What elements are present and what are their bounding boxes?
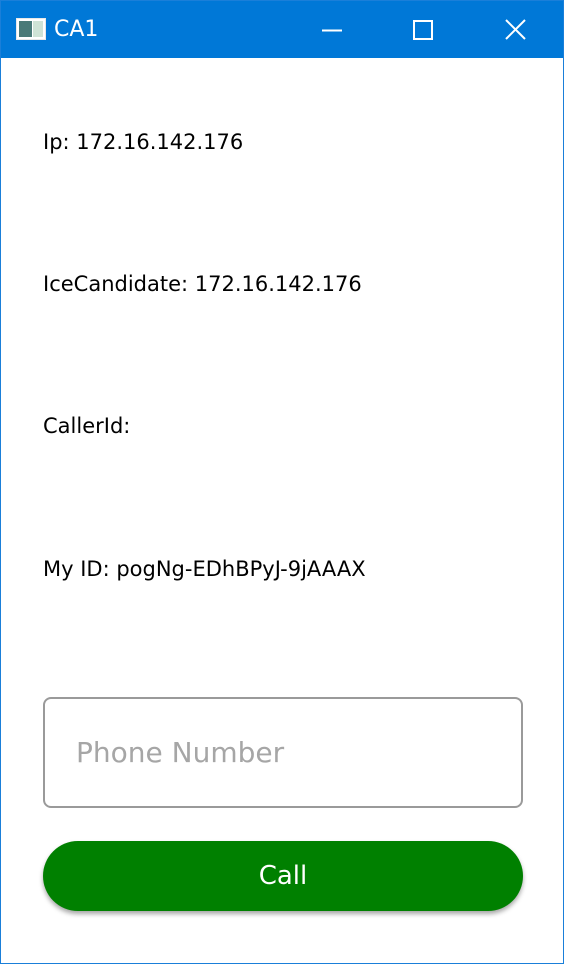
app-icon-panel-secondary bbox=[33, 21, 43, 37]
call-button[interactable]: Call bbox=[43, 841, 523, 911]
caller-id-label: CallerId: bbox=[43, 414, 131, 438]
title-bar[interactable]: CA1 bbox=[1, 1, 563, 58]
minimize-button[interactable] bbox=[285, 1, 377, 58]
app-window: CA1 Ip: 172.16.142.176 IceCandidate: 172… bbox=[0, 0, 564, 964]
phone-number-input[interactable] bbox=[43, 697, 523, 808]
minimize-icon bbox=[322, 29, 342, 32]
maximize-icon bbox=[413, 20, 433, 40]
app-icon-panel bbox=[19, 21, 32, 37]
app-icon bbox=[16, 18, 46, 40]
close-icon bbox=[505, 19, 526, 40]
window-title: CA1 bbox=[54, 17, 99, 42]
maximize-button[interactable] bbox=[377, 1, 469, 58]
close-button[interactable] bbox=[469, 1, 561, 58]
ip-label: Ip: 172.16.142.176 bbox=[43, 130, 244, 154]
ice-candidate-label: IceCandidate: 172.16.142.176 bbox=[43, 272, 362, 296]
my-id-label: My ID: pogNg-EDhBPyJ-9jAAAX bbox=[43, 557, 366, 581]
